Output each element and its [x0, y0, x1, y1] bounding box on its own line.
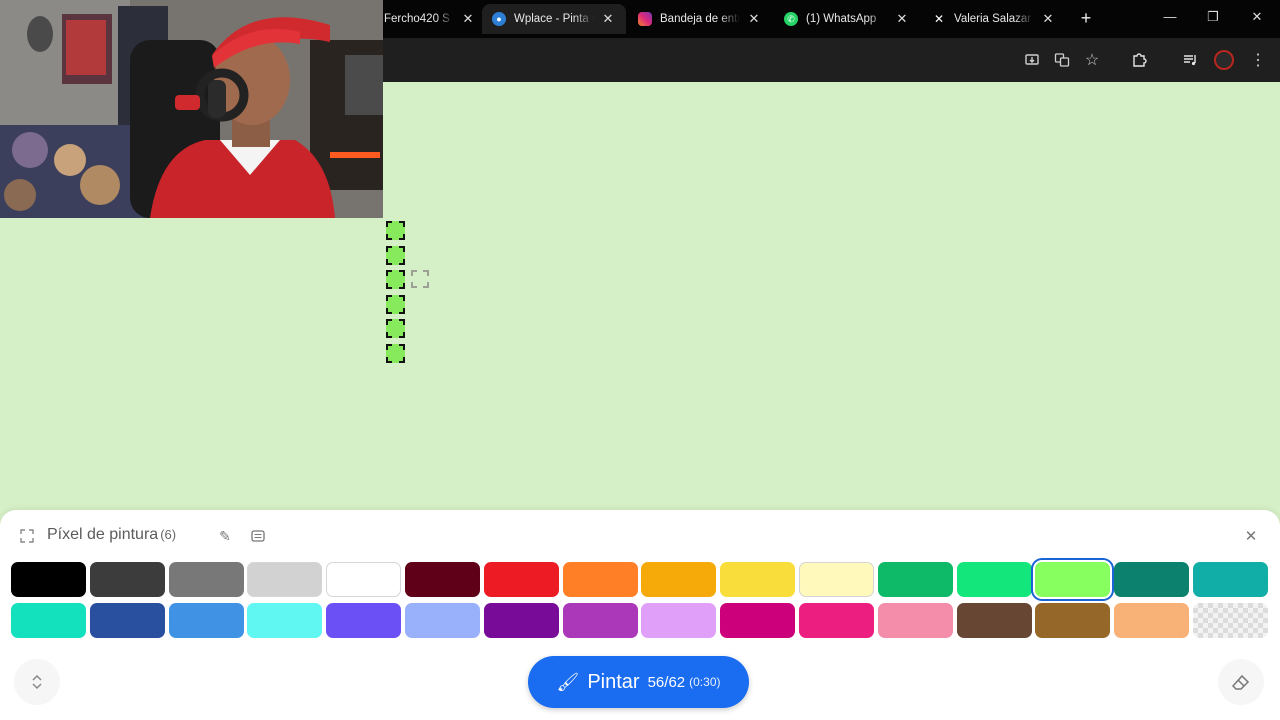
painted-pixel[interactable] — [386, 319, 405, 338]
tab-label: (1) WhatsApp — [806, 13, 877, 25]
eraser-icon — [1232, 674, 1250, 690]
close-icon[interactable]: ✕ — [894, 11, 910, 27]
menu-icon[interactable]: ⋮ — [1249, 51, 1267, 69]
color-swatch[interactable] — [799, 603, 874, 638]
color-swatch[interactable] — [247, 562, 323, 597]
close-icon[interactable]: ✕ — [460, 11, 476, 27]
close-panel-icon[interactable]: ✕ — [1242, 527, 1260, 545]
paint-button-label: Pintar — [587, 670, 640, 693]
panel-title-text: Píxel de pintura — [47, 526, 159, 543]
color-swatch[interactable] — [877, 562, 953, 597]
install-icon[interactable] — [1023, 51, 1041, 69]
color-swatch[interactable] — [799, 562, 874, 597]
tab-label: Fercho420 S — [384, 13, 450, 25]
panel-title: Píxel de pintura (6) — [47, 526, 176, 544]
color-swatch[interactable] — [11, 603, 86, 638]
x-logo-icon: ✕ — [933, 12, 945, 26]
tab-label: Wplace - Pinta el mundo — [514, 13, 594, 25]
color-swatch[interactable] — [1193, 562, 1268, 597]
color-swatch[interactable] — [562, 603, 638, 638]
keyboard-icon[interactable] — [249, 527, 267, 545]
paint-charges: 56/62 — [647, 673, 686, 691]
color-swatch[interactable] — [641, 562, 717, 597]
instagram-icon — [638, 12, 652, 26]
color-swatch[interactable] — [247, 603, 323, 638]
restore-button[interactable]: ❐ — [1205, 9, 1221, 25]
painted-pixel[interactable] — [386, 294, 405, 314]
color-swatch[interactable] — [641, 603, 717, 638]
close-icon[interactable]: ✕ — [746, 11, 762, 27]
whatsapp-icon: ✆ — [784, 12, 798, 26]
color-swatch[interactable] — [326, 603, 402, 638]
color-swatch[interactable] — [1114, 562, 1190, 597]
close-icon[interactable]: ✕ — [1040, 11, 1056, 27]
color-swatch[interactable] — [1193, 603, 1268, 638]
chevron-up-down-icon — [32, 674, 42, 690]
color-swatch[interactable] — [956, 603, 1032, 638]
color-swatch[interactable] — [956, 562, 1032, 597]
translate-icon[interactable] — [1053, 51, 1071, 69]
star-icon[interactable]: ☆ — [1083, 51, 1101, 69]
paint-button[interactable]: 🖌 Pintar 56/62 (0:30) — [528, 656, 749, 708]
color-swatch[interactable] — [720, 562, 796, 597]
paint-timer: (0:30) — [689, 675, 721, 689]
color-swatch[interactable] — [89, 603, 165, 638]
painted-pixel[interactable] — [386, 270, 405, 289]
color-swatch[interactable] — [483, 603, 559, 638]
tab-label: Bandeja de entrada — [660, 13, 740, 25]
pixel-count: (6) — [160, 527, 177, 542]
extensions-icon[interactable] — [1130, 51, 1148, 69]
color-swatch[interactable] — [877, 603, 953, 638]
profile-icon[interactable] — [1214, 50, 1234, 70]
media-icon[interactable] — [1181, 51, 1199, 69]
tab-fercho420[interactable]: Fercho420 S ✕ — [384, 4, 476, 34]
color-swatch[interactable] — [483, 562, 559, 597]
painted-pixel[interactable] — [386, 221, 405, 240]
color-swatch[interactable] — [720, 603, 796, 638]
color-swatch[interactable] — [326, 562, 402, 597]
color-swatch[interactable] — [168, 562, 244, 597]
minimize-button[interactable]: — — [1162, 9, 1178, 24]
tab-x-valeria[interactable]: ✕ Valeria Salazar (@ ✕ — [924, 4, 1064, 34]
webcam-image — [0, 0, 383, 218]
tab-whatsapp[interactable]: ✆ (1) WhatsApp ✕ — [776, 4, 918, 34]
window-close-button[interactable]: ✕ — [1249, 9, 1265, 25]
painted-pixel[interactable] — [386, 245, 405, 265]
pencil-icon[interactable]: ✎ — [216, 527, 234, 545]
pixel-cursor[interactable] — [411, 270, 429, 288]
color-swatch[interactable] — [1035, 562, 1111, 597]
expand-icon[interactable] — [18, 527, 36, 545]
tab-label: Valeria Salazar (@ — [954, 13, 1034, 25]
color-swatch[interactable] — [405, 562, 480, 597]
globe-icon: ● — [492, 12, 506, 26]
eraser-button[interactable] — [1218, 659, 1264, 705]
color-swatch[interactable] — [405, 603, 480, 638]
webcam-overlay — [0, 0, 383, 218]
collapse-panel-button[interactable] — [14, 659, 60, 705]
brush-icon: 🖌 — [556, 671, 580, 692]
color-swatch[interactable] — [1114, 603, 1190, 638]
color-swatch[interactable] — [89, 562, 165, 597]
color-swatch[interactable] — [1035, 603, 1111, 638]
tab-wplace[interactable]: ● Wplace - Pinta el mundo ✕ — [482, 4, 626, 34]
close-icon[interactable]: ✕ — [600, 11, 616, 27]
new-tab-button[interactable]: + — [1076, 8, 1096, 28]
painted-pixel[interactable] — [386, 343, 405, 363]
color-swatch[interactable] — [11, 562, 86, 597]
color-swatch[interactable] — [168, 603, 244, 638]
tab-instagram[interactable]: Bandeja de entrada ✕ — [630, 4, 770, 34]
color-swatch[interactable] — [562, 562, 638, 597]
